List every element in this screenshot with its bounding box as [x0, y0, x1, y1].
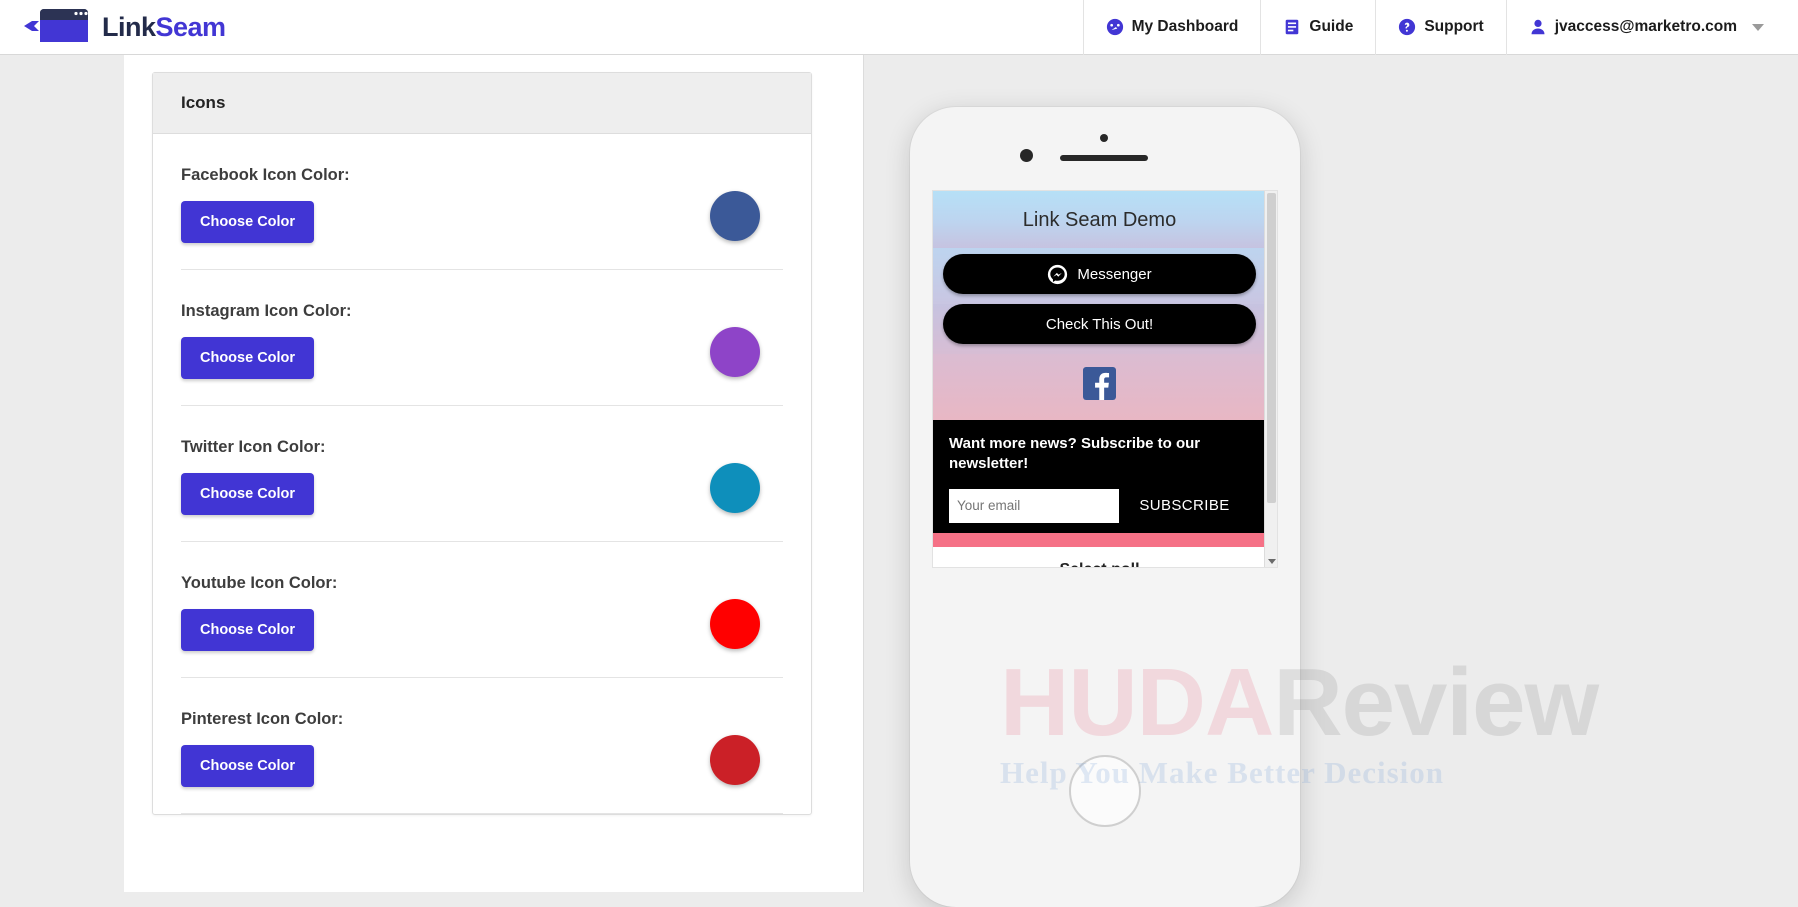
dashboard-icon	[1106, 18, 1123, 36]
color-row-label: Facebook Icon Color:	[181, 166, 350, 184]
pink-divider-top	[933, 532, 1266, 547]
color-swatch-instagram[interactable]	[710, 326, 760, 377]
preview-hero: Link Seam Demo	[933, 191, 1266, 248]
choose-color-button-twitter[interactable]: Choose Color	[181, 473, 315, 515]
icons-card: Icons Facebook Icon Color: Choose Color …	[152, 72, 812, 815]
nav-item-label: My Dashboard	[1131, 18, 1239, 35]
page-body: Icons Facebook Icon Color: Choose Color …	[0, 55, 1798, 907]
phone-camera-icon	[1020, 149, 1033, 162]
color-row-label: Instagram Icon Color:	[181, 302, 352, 320]
subscribe-button[interactable]: SUBSCRIBE	[1119, 489, 1250, 523]
cta-button[interactable]: Check This Out!	[943, 304, 1256, 344]
color-swatch-pinterest[interactable]	[710, 734, 760, 785]
icons-card-body: Facebook Icon Color: Choose Color Instag…	[153, 134, 811, 814]
nav-item-account[interactable]: jvaccess@marketro.com	[1505, 0, 1798, 55]
color-swatch-facebook[interactable]	[710, 190, 760, 241]
cta-button-wrap: Check This Out!	[933, 304, 1266, 354]
choose-color-button-youtube[interactable]: Choose Color	[181, 609, 315, 651]
newsletter-form: SUBSCRIBE	[949, 488, 1250, 523]
choose-color-button-pinterest[interactable]: Choose Color	[181, 745, 315, 787]
messenger-icon	[1048, 264, 1068, 284]
color-row-label: Pinterest Icon Color:	[181, 710, 344, 728]
nav-links: My Dashboard Guide Support jvaccess@mark…	[1082, 0, 1798, 55]
messenger-button[interactable]: Messenger	[943, 254, 1256, 294]
color-row-label: Twitter Icon Color:	[181, 438, 326, 456]
newsletter-text: Want more news? Subscribe to our newslet…	[949, 435, 1201, 473]
email-input[interactable]	[949, 488, 1119, 523]
linkseam-logo-icon	[24, 9, 88, 42]
color-swatch-youtube[interactable]	[710, 598, 760, 649]
brand-text-seam: Seam	[155, 11, 227, 42]
facebook-icon[interactable]	[1083, 367, 1116, 400]
book-icon	[1286, 19, 1299, 35]
scroll-down-arrow-icon[interactable]	[1268, 559, 1276, 564]
nav-item-label: Guide	[1309, 18, 1354, 35]
nav-item-guide[interactable]: Guide	[1260, 0, 1375, 55]
select-poll-button[interactable]: Select poll	[933, 546, 1266, 567]
color-swatch-twitter[interactable]	[710, 462, 760, 513]
left-gutter	[0, 55, 124, 892]
brand-logo[interactable]: LinkSeam	[0, 7, 226, 47]
phone-mockup: Link Seam Demo Messenger Check This Out!…	[910, 107, 1300, 907]
card-title: Icons	[153, 73, 811, 134]
color-row-youtube: Youtube Icon Color: Choose Color	[181, 542, 783, 678]
cta-button-label: Check This Out!	[1045, 315, 1154, 333]
scrollbar-thumb[interactable]	[1267, 193, 1276, 503]
phone-home-button	[1069, 755, 1141, 827]
messenger-button-wrap: Messenger	[933, 248, 1266, 304]
choose-color-button-facebook[interactable]: Choose Color	[181, 201, 315, 243]
preview-column: Link Seam Demo Messenger Check This Out!…	[865, 55, 1798, 907]
messenger-button-label: Messenger	[1077, 265, 1152, 283]
nav-item-my-dashboard[interactable]: My Dashboard	[1082, 0, 1261, 55]
preview-title: Link Seam Demo	[1022, 209, 1177, 231]
nav-item-support[interactable]: Support	[1375, 0, 1505, 55]
settings-column: Icons Facebook Icon Color: Choose Color …	[124, 55, 864, 892]
preview-content: Link Seam Demo Messenger Check This Out!…	[933, 191, 1266, 567]
color-row-pinterest: Pinterest Icon Color: Choose Color	[181, 678, 783, 814]
preview-scrollbar[interactable]	[1264, 191, 1277, 567]
question-circle-icon	[1399, 18, 1416, 36]
phone-sensor-icon	[1100, 134, 1108, 142]
color-row-twitter: Twitter Icon Color: Choose Color	[181, 406, 783, 542]
user-icon	[1531, 19, 1545, 35]
facebook-share-band	[933, 354, 1266, 420]
phone-screen: Link Seam Demo Messenger Check This Out!…	[932, 190, 1278, 568]
brand-text-link: Link	[102, 11, 156, 42]
top-navigation-bar: LinkSeam My Dashboard Guide Support jvac…	[0, 0, 1798, 55]
account-email-label: jvaccess@marketro.com	[1554, 18, 1737, 35]
nav-item-label: Support	[1424, 18, 1484, 35]
color-row-facebook: Facebook Icon Color: Choose Color	[181, 134, 783, 270]
brand-wordmark: LinkSeam	[102, 12, 226, 43]
color-row-instagram: Instagram Icon Color: Choose Color	[181, 270, 783, 406]
color-row-label: Youtube Icon Color:	[181, 574, 338, 592]
choose-color-button-instagram[interactable]: Choose Color	[181, 337, 315, 379]
chevron-down-icon[interactable]	[1752, 23, 1764, 31]
phone-speaker-icon	[1060, 155, 1148, 161]
newsletter-section: Want more news? Subscribe to our newslet…	[933, 420, 1266, 533]
